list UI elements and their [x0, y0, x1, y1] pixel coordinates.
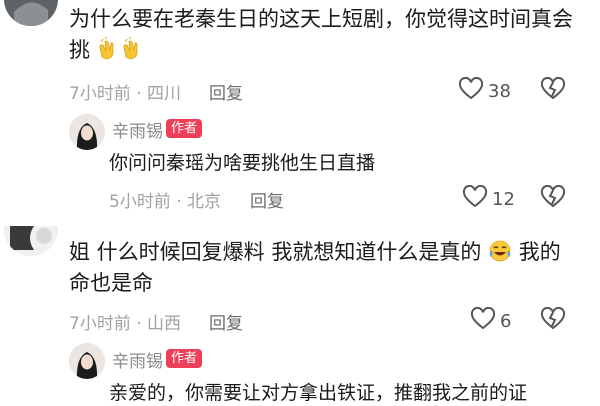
reply-button[interactable]: 回复 [209, 79, 243, 104]
comment-text: 姐 什么时候回复爆料 我就想知道什么是真的 我的 命也是命 [69, 239, 561, 295]
heart-icon [470, 306, 496, 335]
comment-meta: 7小时前 · 山西 [69, 314, 182, 334]
like-button[interactable]: 6 [470, 306, 512, 335]
reply-text: 亲爱的，你需要让对方拿出铁证，推翻我之前的证 [109, 382, 528, 404]
author-avatar[interactable] [69, 343, 105, 379]
heart-icon [458, 76, 484, 105]
commenter-avatar[interactable] [4, 226, 58, 256]
author-avatar[interactable] [69, 114, 105, 150]
reply-text: 你问问秦瑶为啥要挑他生日直播 [109, 152, 376, 174]
dislike-button[interactable] [540, 306, 566, 335]
like-count: 38 [488, 80, 511, 102]
author-name[interactable]: 辛雨锡 [112, 117, 163, 142]
reply-button[interactable]: 回复 [250, 187, 284, 212]
dislike-button[interactable] [540, 184, 566, 213]
like-count: 6 [500, 310, 512, 332]
comment-meta: 7小时前 · 四川 [69, 84, 182, 104]
broken-heart-icon [540, 306, 566, 335]
like-button[interactable]: 12 [462, 184, 515, 213]
like-count: 12 [492, 188, 515, 210]
clapping-hands-icon [97, 37, 121, 61]
reply-button[interactable]: 回复 [209, 309, 243, 334]
clapping-hands-icon [121, 37, 145, 61]
laughing-tears-icon [488, 239, 512, 263]
broken-heart-icon [540, 76, 566, 105]
reply-meta: 5小时前 · 北京 [109, 192, 222, 212]
author-badge: 作者 [166, 119, 203, 138]
commenter-avatar[interactable] [4, 0, 58, 26]
broken-heart-icon [540, 184, 566, 213]
dislike-button[interactable] [540, 76, 566, 105]
like-button[interactable]: 38 [458, 76, 511, 105]
author-badge: 作者 [166, 349, 203, 368]
comment-text: 为什么要在老秦生日的这天上短剧，你觉得这时间真会 挑 [69, 7, 573, 62]
heart-icon [462, 184, 488, 213]
author-name[interactable]: 辛雨锡 [112, 347, 163, 372]
